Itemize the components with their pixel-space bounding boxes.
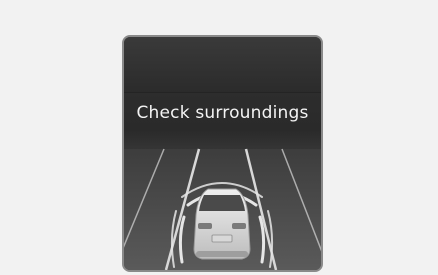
- cluster-display-screen: Check surroundings: [122, 35, 323, 272]
- road-scene: [124, 148, 321, 270]
- car-rear-view-icon: [193, 188, 251, 260]
- warning-message: Check surroundings: [136, 103, 309, 123]
